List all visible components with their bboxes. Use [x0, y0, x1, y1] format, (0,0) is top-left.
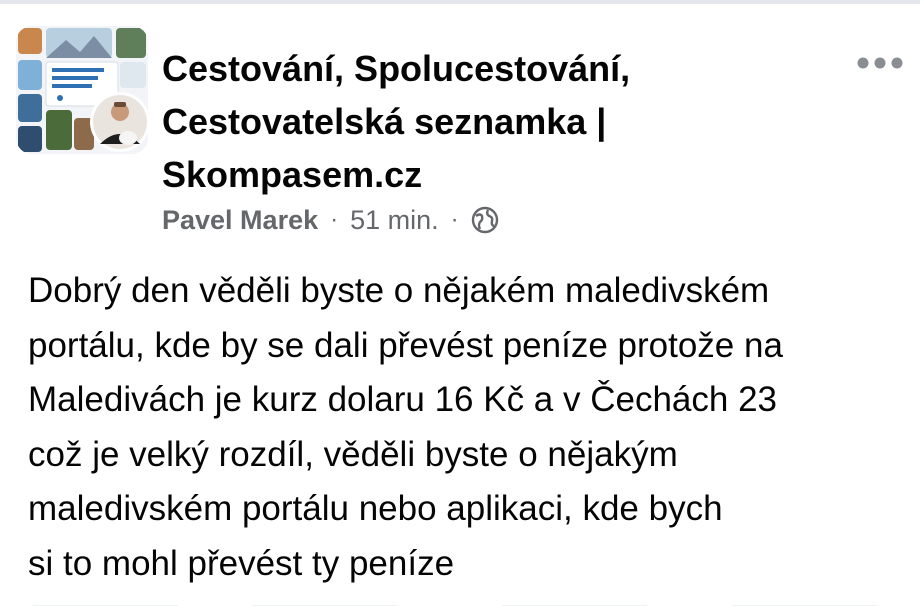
meta-separator: · [450, 206, 459, 233]
post-timestamp[interactable]: 51 min. [350, 205, 439, 236]
group-name-link[interactable]: Cestování, Spolucestování, Cestovatelská… [162, 42, 782, 201]
group-avatar[interactable] [16, 26, 150, 154]
reaction-bar [0, 598, 920, 606]
globe-icon [471, 206, 499, 234]
meta-separator: · [330, 206, 339, 233]
post-text: Dobrý den věděli byste o nějakém malediv… [28, 271, 783, 583]
post-meta: Pavel Marek · 51 min. · [162, 200, 499, 240]
top-divider [0, 0, 920, 4]
more-options-button[interactable] [852, 46, 908, 80]
author-name[interactable]: Pavel Marek [162, 205, 318, 236]
more-horizontal-icon [857, 57, 903, 69]
